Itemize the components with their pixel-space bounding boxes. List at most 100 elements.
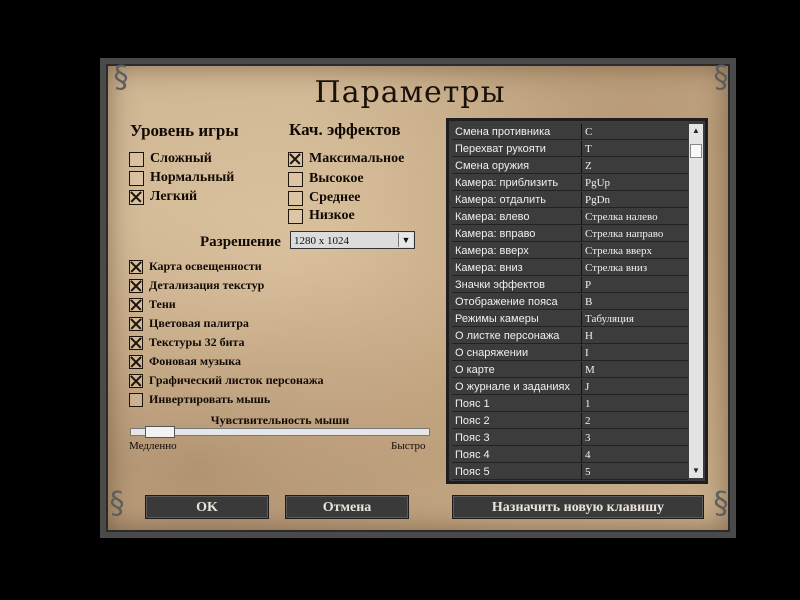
keybinding-action: Пояс 4 xyxy=(452,447,582,463)
keybinding-key: 1 xyxy=(582,396,688,412)
keybinding-action: Камера: отдалить xyxy=(452,192,582,208)
checkbox[interactable] xyxy=(129,373,143,388)
keybinding-key: J xyxy=(582,379,688,395)
keybinding-action: Смена противника xyxy=(452,124,582,140)
keybinding-key: P xyxy=(582,277,688,293)
keybinding-row[interactable]: Камера: приблизить PgUp xyxy=(452,175,688,191)
settings-toggle[interactable]: Текстуры 32 бита xyxy=(129,335,245,350)
game-level-option[interactable]: Сложный xyxy=(129,151,212,167)
game-level-heading: Уровень игры xyxy=(130,121,239,140)
keybinding-row[interactable]: О снаряжении I xyxy=(452,345,688,361)
keybinding-action: Пояс 5 xyxy=(452,464,582,480)
keybinding-list[interactable]: Смена противника C Перехват рукояти T Смена … xyxy=(446,118,708,484)
keybinding-action: О журнале и заданиях xyxy=(452,379,582,395)
checkbox[interactable] xyxy=(288,208,303,224)
keybinding-action: Режимы камеры xyxy=(452,311,582,327)
keybinding-row[interactable]: Пояс 11 xyxy=(452,396,688,412)
game-level-option[interactable]: Легкий xyxy=(129,189,197,205)
keybinding-action: О листке персонажа xyxy=(452,328,582,344)
arrow-up-icon[interactable]: ▲ xyxy=(689,124,703,138)
checkbox[interactable] xyxy=(129,189,144,205)
keybinding-row[interactable]: О карте M xyxy=(452,362,688,378)
keybinding-row[interactable]: Камера: вверх Стрелка вверх xyxy=(452,243,688,259)
keybinding-row[interactable]: Камера: вправо Стрелка направо xyxy=(452,226,688,242)
keybinding-row[interactable]: Смена оружия Z xyxy=(452,158,688,174)
scrollbar-thumb[interactable] xyxy=(690,144,702,158)
keybinding-row[interactable]: Камера: влево Стрелка налево xyxy=(452,209,688,225)
keybinding-action: Перехват рукояти xyxy=(452,141,582,157)
keybinding-row[interactable]: О журнале и заданиях J xyxy=(452,379,688,395)
checkbox-label: Текстуры 32 бита xyxy=(149,335,245,349)
slider-max-label: Быстро xyxy=(391,440,426,452)
checkbox[interactable] xyxy=(129,392,143,407)
settings-toggle[interactable]: Инвертировать мышь xyxy=(129,392,270,407)
keybinding-action: О снаряжении xyxy=(452,345,582,361)
checkbox[interactable] xyxy=(129,170,144,186)
ok-button[interactable]: OK xyxy=(145,495,269,519)
slider-handle[interactable] xyxy=(144,426,175,438)
checkbox-label: Высокое xyxy=(309,171,364,186)
checkbox-label: Графический листок персонажа xyxy=(149,373,324,387)
keybinding-row[interactable]: Смена противника C xyxy=(452,124,688,140)
keybinding-row[interactable]: О листке персонажа H xyxy=(452,328,688,344)
settings-toggle[interactable]: Графический листок персонажа xyxy=(129,373,324,388)
checkbox[interactable] xyxy=(129,259,143,274)
checkbox[interactable] xyxy=(129,316,143,331)
checkbox-label: Легкий xyxy=(150,189,198,204)
keybinding-row[interactable]: Значки эффектов P xyxy=(452,277,688,293)
keybinding-key: 5 xyxy=(582,464,688,480)
keybinding-key: 2 xyxy=(582,413,688,429)
keybinding-action: Камера: приблизить xyxy=(452,175,582,191)
scrollbar[interactable]: ▲ ▼ xyxy=(689,124,703,478)
assign-key-button[interactable]: Назначить новую клавишу xyxy=(452,495,704,519)
settings-toggle[interactable]: Фоновая музыка xyxy=(129,354,241,369)
keybinding-row[interactable]: Режимы камеры Табуляция xyxy=(452,311,688,327)
checkbox[interactable] xyxy=(129,278,143,293)
settings-toggle[interactable]: Цветовая палитра xyxy=(129,316,249,331)
checkbox[interactable] xyxy=(129,297,143,312)
mouse-sensitivity-slider[interactable] xyxy=(130,426,430,438)
chevron-down-icon[interactable]: ▼ xyxy=(398,233,413,247)
keybinding-action: Пояс 1 xyxy=(452,396,582,412)
settings-toggle[interactable]: Карта освещенности xyxy=(129,259,262,274)
keybinding-row[interactable]: Пояс 55 xyxy=(452,464,688,480)
checkbox[interactable] xyxy=(288,171,303,187)
effects-quality-option[interactable]: Максимальное xyxy=(288,151,404,167)
dragon-ornament-icon: § xyxy=(113,60,129,95)
keybinding-key: Стрелка вверх xyxy=(582,243,688,259)
game-level-option[interactable]: Нормальный xyxy=(129,170,234,186)
resolution-label: Разрешение xyxy=(200,234,281,250)
keybinding-row[interactable]: Пояс 22 xyxy=(452,413,688,429)
checkbox[interactable] xyxy=(129,335,143,350)
cancel-button[interactable]: Отмена xyxy=(285,495,409,519)
dragon-ornament-icon: § xyxy=(713,486,729,521)
checkbox[interactable] xyxy=(288,151,303,167)
keybinding-key: Стрелка налево xyxy=(582,209,688,225)
keybinding-key: Стрелка направо xyxy=(582,226,688,242)
keybinding-row[interactable]: Пояс 33 xyxy=(452,430,688,446)
keybinding-action: Отображение пояса xyxy=(452,294,582,310)
keybinding-row[interactable]: Пояс 44 xyxy=(452,447,688,463)
checkbox-label: Сложный xyxy=(150,151,212,166)
keybinding-row[interactable]: Камера: отдалить PgDn xyxy=(452,192,688,208)
checkbox[interactable] xyxy=(288,190,303,206)
effects-quality-option[interactable]: Низкое xyxy=(288,208,355,224)
effects-quality-option[interactable]: Среднее xyxy=(288,190,361,206)
settings-toggle[interactable]: Тени xyxy=(129,297,176,312)
keybinding-key: M xyxy=(582,362,688,378)
keybinding-row[interactable]: Камера: вниз Стрелка вниз xyxy=(452,260,688,276)
keybinding-action: Камера: вниз xyxy=(452,260,582,276)
checkbox-label: Низкое xyxy=(309,208,355,223)
checkbox-label: Карта освещенности xyxy=(149,259,262,273)
effects-quality-option[interactable]: Высокое xyxy=(288,171,364,187)
keybinding-row[interactable]: Перехват рукояти T xyxy=(452,141,688,157)
checkbox[interactable] xyxy=(129,354,143,369)
checkbox[interactable] xyxy=(129,151,144,167)
settings-toggle[interactable]: Детализация текстур xyxy=(129,278,264,293)
resolution-select[interactable]: 1280 x 1024 ▼ xyxy=(290,231,415,249)
keybinding-action: О карте xyxy=(452,362,582,378)
arrow-down-icon[interactable]: ▼ xyxy=(689,464,703,478)
checkbox-label: Максимальное xyxy=(309,151,405,166)
keybinding-action: Камера: вправо xyxy=(452,226,582,242)
keybinding-row[interactable]: Отображение пояса B xyxy=(452,294,688,310)
